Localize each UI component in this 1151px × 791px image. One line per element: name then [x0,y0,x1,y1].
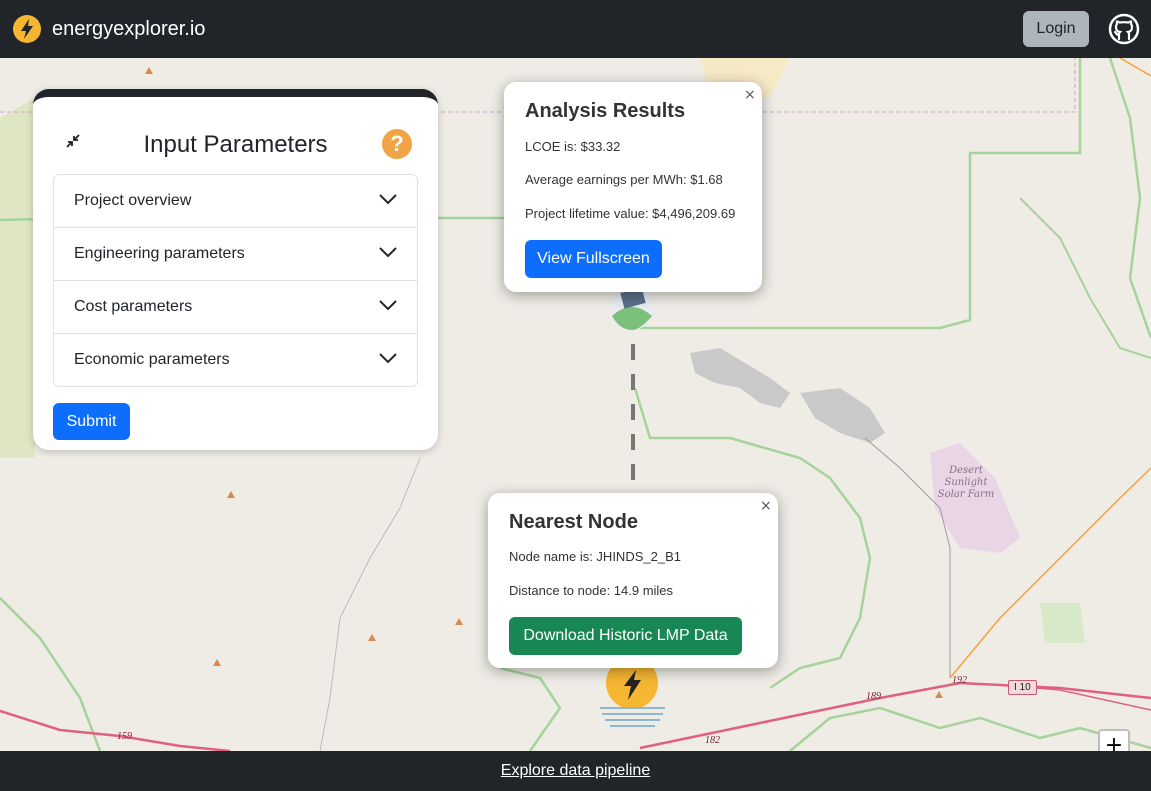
accordion-label: Engineering parameters [74,245,245,262]
road-number: 192 [952,675,967,686]
node-distance-value: Distance to node: 14.9 miles [509,583,674,598]
road-number: 189 [866,691,881,702]
lightning-bolt-icon [13,15,41,43]
chevron-down-icon [379,353,397,364]
github-icon[interactable] [1108,13,1140,45]
zoom-in-button[interactable]: + [1100,731,1128,751]
lcoe-value: LCOE is: $33.32 [525,139,621,154]
accordion-label: Project overview [74,192,192,209]
analysis-results-popup: × Analysis Results LCOE is: $33.32 Avera… [504,82,762,292]
accordion-label: Cost parameters [74,298,193,315]
submit-button[interactable]: Submit [53,403,130,440]
nearest-node-popup: × Nearest Node Node name is: JHINDS_2_B1… [488,493,778,668]
close-icon[interactable]: × [744,88,756,102]
accordion-item-cost[interactable]: Cost parameters [54,281,417,334]
popup-title: Nearest Node [509,511,638,533]
accordion-label: Economic parameters [74,351,230,368]
zoom-control: + − [1098,729,1130,751]
login-button[interactable]: Login [1023,11,1089,47]
average-earnings-value: Average earnings per MWh: $1.68 [525,172,723,187]
lifetime-value: Project lifetime value: $4,496,209.69 [525,206,736,221]
download-lmp-button[interactable]: Download Historic LMP Data [509,617,742,655]
node-name-value: Node name is: JHINDS_2_B1 [509,549,681,564]
close-icon[interactable]: × [760,499,772,513]
popup-title: Analysis Results [525,100,686,122]
chevron-down-icon [379,247,397,258]
accordion-item-engineering[interactable]: Engineering parameters [54,228,417,281]
accordion-item-economic[interactable]: Economic parameters [54,334,417,387]
explore-pipeline-link[interactable]: Explore data pipeline [0,762,1151,780]
brand-name[interactable]: energyexplorer.io [52,17,205,41]
chevron-down-icon [379,300,397,311]
footer: Explore data pipeline [0,751,1151,791]
chevron-down-icon [379,194,397,205]
accordion-item-project-overview[interactable]: Project overview [54,175,417,228]
input-parameters-panel: Input Parameters ? Project overview Engi… [33,89,438,450]
navbar: energyexplorer.io Login [0,0,1151,58]
parameters-accordion: Project overview Engineering parameters … [53,174,418,387]
panel-title: Input Parameters [143,131,328,158]
road-number: 182 [705,735,720,746]
help-icon[interactable]: ? [382,129,412,159]
view-fullscreen-button[interactable]: View Fullscreen [525,240,662,278]
solar-farm-label: Desert Sunlight Solar Farm [937,465,995,500]
interstate-shield: I 10 [1008,680,1037,695]
road-number: 159 [117,731,132,742]
